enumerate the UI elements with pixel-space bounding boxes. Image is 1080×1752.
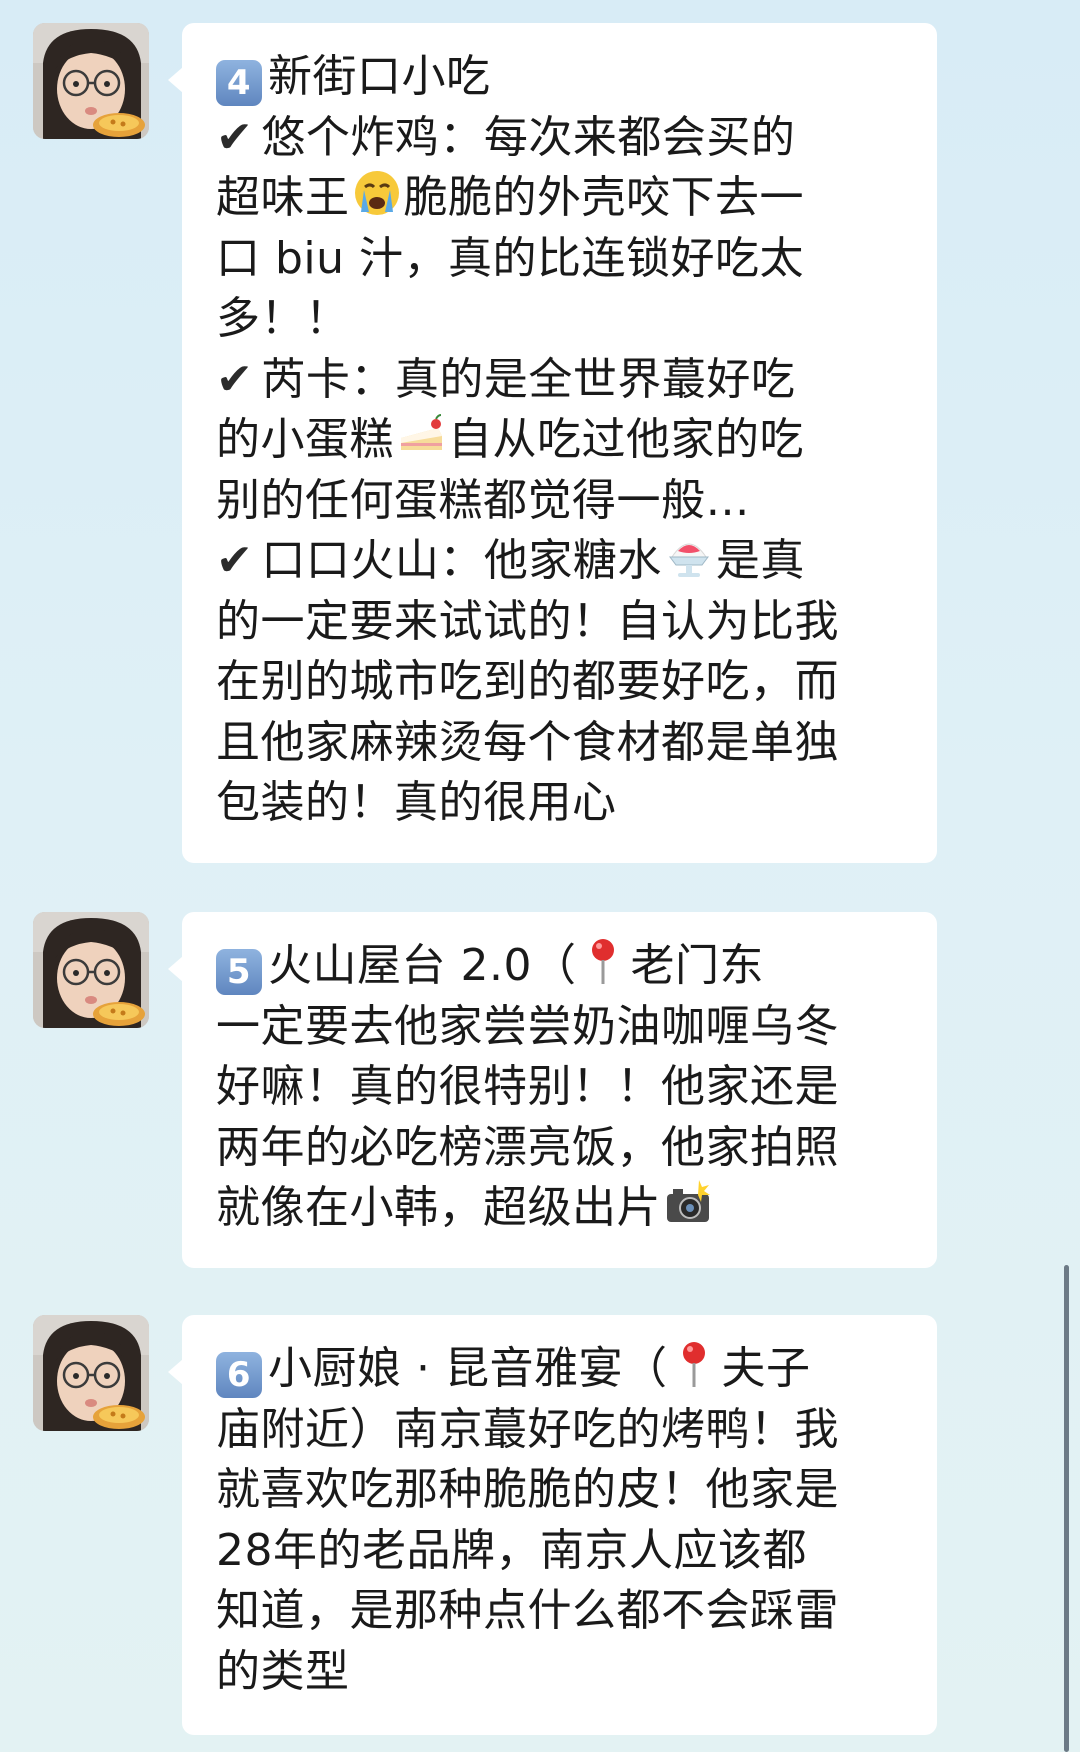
keycap-number-badge: 4 [216,60,262,106]
message-line: ✔ 悠个炸鸡：每次来都会买的 [216,108,905,169]
line-text: 新街口小吃 [268,51,491,102]
message-line: 且他家麻辣烫每个食材都是单独 [216,713,905,774]
message-line: 在别的城市吃到的都要好吃，而 [216,652,905,713]
message-line: 口 biu 汁，真的比连锁好吃太 [216,229,905,290]
line-text: 就像在小韩，超级出片 [216,1182,661,1233]
line-text: 别的任何蛋糕都觉得一般… [216,474,750,526]
line-text: 自从吃过他家的吃 [448,414,804,465]
avatar[interactable] [33,23,149,139]
message-line: 的类型 [216,1642,905,1703]
message-line: 别的任何蛋糕都觉得一般… [216,471,905,532]
line-text: 口口火山：他家糖水 [261,535,662,586]
avatar[interactable] [33,1315,149,1431]
message-line: 庙附近）南京蕞好吃的烤鸭！我 [216,1400,905,1461]
line-text: 老门东 [630,940,764,991]
line-text: 的类型 [216,1645,350,1697]
line-text: 的小蛋糕 [216,414,394,465]
check-mark-icon: ✔ [216,111,254,163]
line-text: 知道，是那种点什么都不会踩雷 [216,1585,839,1636]
message-bubble[interactable]: 5 火山屋台 2.0（ 老门东 一定要去他家尝尝奶油咖喱乌冬 好嘛！真的很特别！！他… [182,912,937,1268]
line-text: 火山屋台 2.0（ [268,940,577,991]
line-text: 两年的必吃榜漂亮饭，他家拍照 [216,1121,839,1173]
line-text: 口 biu 汁，真的比连锁好吃太 [216,232,805,284]
line-text: 就喜欢吃那种脆脆的皮！他家是 [216,1464,839,1515]
message-bubble[interactable]: 6 小厨娘 · 昆音雅宴（ 夫子 庙附近）南京蕞好吃的烤鸭！我 就喜欢吃那种脆脆的皮… [182,1315,937,1735]
message-line: ✔ 口口火山：他家糖水 是真 [216,531,905,592]
line-text: 好嘛！真的很特别！！他家还是 [216,1061,839,1112]
line-text: 悠个炸鸡：每次来都会买的 [261,111,796,163]
keycap-number-badge: 6 [216,1352,262,1398]
message-line: 就喜欢吃那种脆脆的皮！他家是 [216,1460,905,1521]
line-text: 28年的老品牌，南京人应该都 [216,1524,807,1576]
message-line: 多！！ [216,289,905,350]
message-line: 6 小厨娘 · 昆音雅宴（ 夫子 [216,1339,905,1400]
line-text: 在别的城市吃到的都要好吃，而 [216,656,839,707]
line-text: 包装的！真的很用心 [216,777,617,828]
message-line: 好嘛！真的很特别！！他家还是 [216,1057,905,1118]
line-text: 一定要去他家尝尝奶油咖喱乌冬 [216,1000,839,1052]
check-mark-icon: ✔ [216,535,254,586]
scrollbar-thumb[interactable] [1064,1265,1069,1752]
message-line: 两年的必吃榜漂亮饭，他家拍照 [216,1118,905,1179]
shaved-ice-emoji [664,531,714,581]
camera-flash-emoji [663,1178,713,1228]
crying-face-emoji [352,168,402,218]
line-text: 庙附近）南京蕞好吃的烤鸭！我 [216,1403,839,1455]
line-text: 是真 [715,535,805,586]
message-line: 的一定要来试试的！自认为比我 [216,592,905,653]
pin-emoji [578,936,628,986]
message-line: 就像在小韩，超级出片 [216,1178,905,1239]
message-line: 包装的！真的很用心 [216,773,905,834]
keycap-number-badge: 5 [216,949,262,995]
bubble-tail [168,956,183,982]
message-line: 的小蛋糕 自从吃过他家的吃 [216,410,905,471]
message-line: 知道，是那种点什么都不会踩雷 [216,1581,905,1642]
cake-emoji [396,410,446,460]
message-line: 一定要去他家尝尝奶油咖喱乌冬 [216,997,905,1058]
line-text: 超味王 [216,172,350,223]
message-line: 28年的老品牌，南京人应该都 [216,1521,905,1582]
line-text: 多！！ [216,293,350,344]
line-text: 的一定要来试试的！自认为比我 [216,595,839,647]
line-text: 脆脆的外壳咬下去一 [403,172,804,223]
line-text: 芮卡：真的是全世界蕞好吃 [261,353,796,405]
message-line: ✔ 芮卡：真的是全世界蕞好吃 [216,350,905,411]
check-mark-icon: ✔ [216,353,254,405]
avatar[interactable] [33,912,149,1028]
line-text: 夫子 [721,1343,811,1394]
message-line: 超味王 脆脆的外壳咬下去一 [216,168,905,229]
bubble-tail [168,1359,183,1385]
bubble-tail [168,67,183,93]
pin-emoji [669,1339,719,1389]
line-text: 小厨娘 · 昆音雅宴（ [268,1343,668,1394]
line-text: 且他家麻辣烫每个食材都是单独 [216,716,839,768]
message-bubble[interactable]: 4 新街口小吃 ✔ 悠个炸鸡：每次来都会买的 超味王 脆脆的外壳咬下去一 口 biu … [182,23,937,863]
message-line: 5 火山屋台 2.0（ 老门东 [216,936,905,997]
message-line: 4 新街口小吃 [216,47,905,108]
